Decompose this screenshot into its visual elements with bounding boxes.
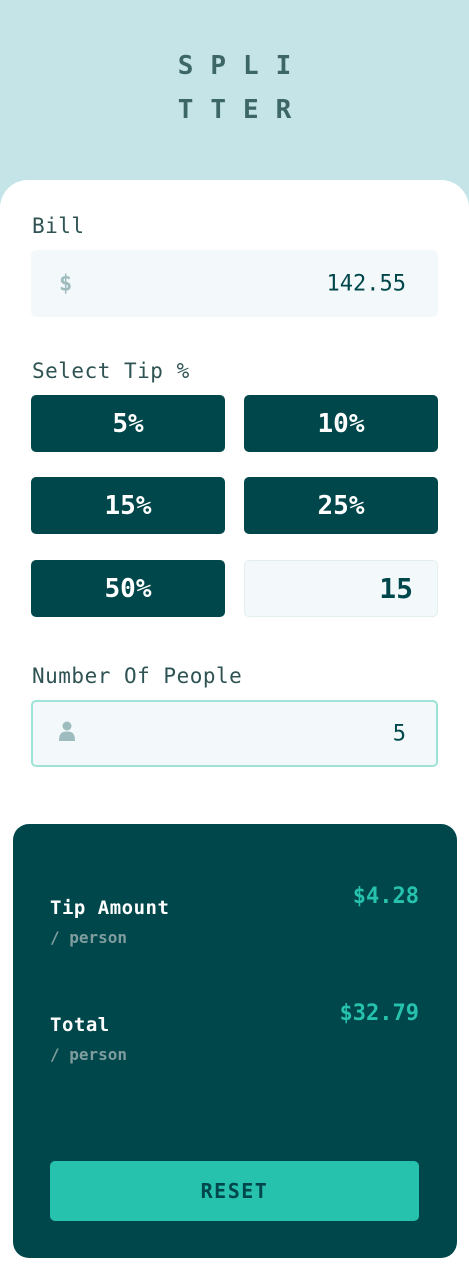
tip-10-button[interactable]: 10%	[244, 395, 438, 452]
bill-input[interactable]: $ 142.55	[31, 250, 438, 317]
tip-amount-per-person: / person	[50, 928, 128, 947]
tip-15-button[interactable]: 15%	[31, 477, 225, 534]
logo-line-1: SPLI	[177, 51, 309, 81]
tip-50-button[interactable]: 50%	[31, 560, 225, 617]
custom-tip-input[interactable]: 15	[244, 560, 438, 617]
people-input[interactable]: 5	[31, 700, 438, 767]
tip-5-button[interactable]: 5%	[31, 395, 225, 452]
bill-value: 142.55	[326, 271, 406, 296]
people-value: 5	[392, 721, 406, 746]
person-icon	[59, 721, 75, 747]
total-per-person: / person	[50, 1045, 128, 1064]
bill-label: Bill	[32, 214, 85, 238]
select-tip-label: Select Tip %	[32, 359, 190, 383]
people-label: Number Of People	[32, 664, 243, 688]
app-logo: SPLI TTER	[0, 44, 469, 132]
tip-amount-value: $4.28	[352, 884, 419, 909]
tip-25-button[interactable]: 25%	[244, 477, 438, 534]
logo-line-2: TTER	[177, 95, 309, 125]
dollar-icon: $	[59, 271, 73, 296]
total-value: $32.79	[339, 1001, 419, 1026]
total-title: Total	[50, 1014, 110, 1036]
result-panel: Tip Amount / person $4.28 Total / person…	[13, 824, 457, 1258]
tip-amount-title: Tip Amount	[50, 897, 170, 919]
reset-button[interactable]: RESET	[50, 1161, 419, 1221]
